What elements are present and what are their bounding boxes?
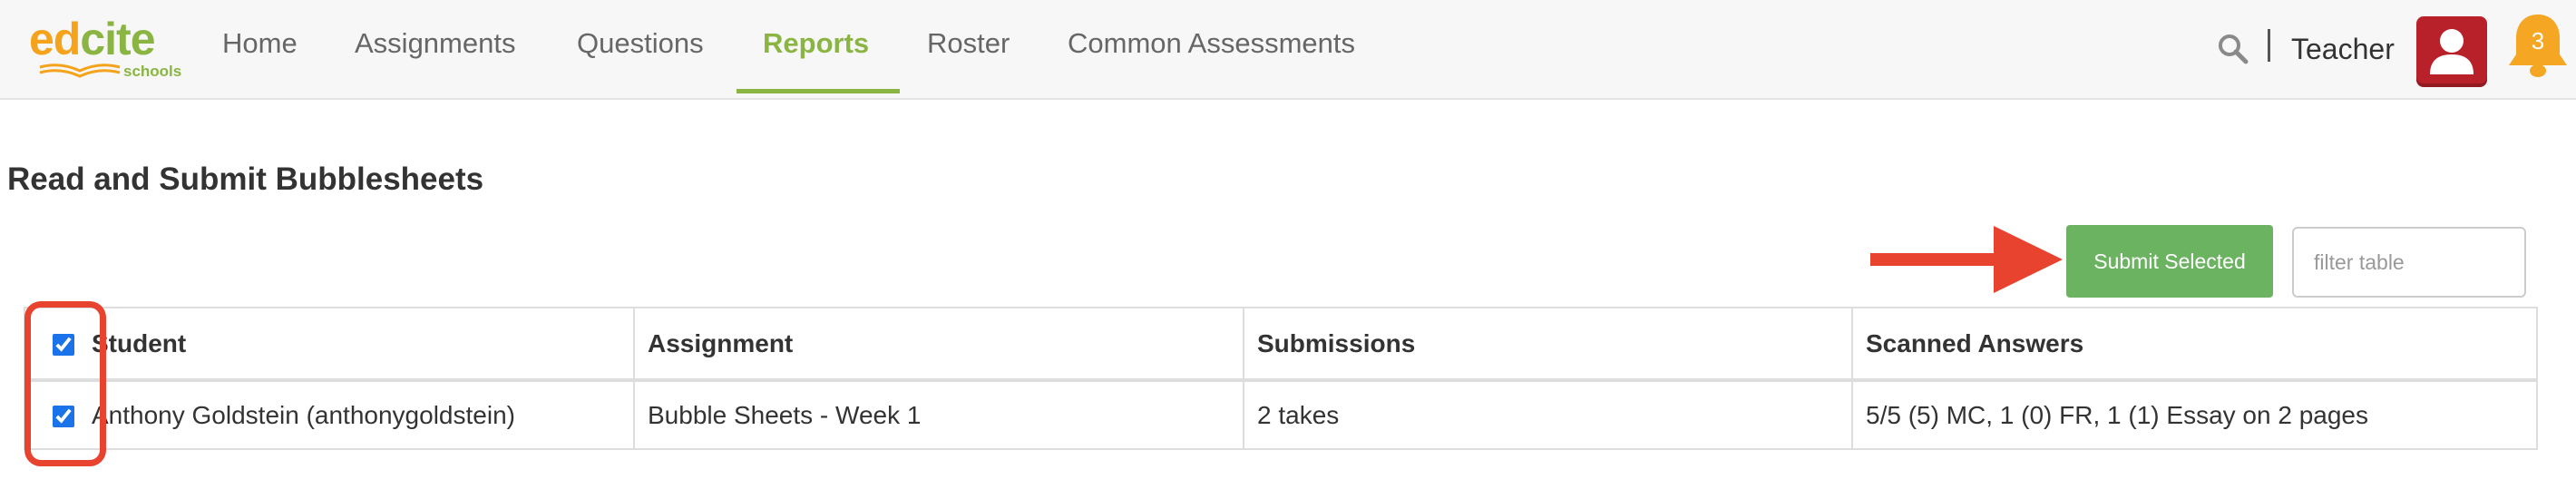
notifications-bell[interactable]: 3 (2505, 11, 2571, 83)
user-icon (2430, 29, 2474, 74)
annotation-arrow-icon (1870, 226, 2063, 293)
submissions-cell: 2 takes (1243, 379, 1853, 450)
logo-wordmark-ed: ed (29, 14, 81, 64)
search-icon[interactable] (2217, 33, 2249, 65)
nav-reports[interactable]: Reports (763, 25, 869, 62)
select-all-cell (24, 307, 92, 382)
table-header-row: Student Assignment Submissions Scanned A… (24, 307, 2538, 382)
scanned-answers-cell: 5/5 (5) MC, 1 (0) FR, 1 (1) Essay on 2 p… (1851, 379, 2538, 450)
bubblesheets-table: Student Assignment Submissions Scanned A… (24, 307, 2538, 450)
column-header-submissions[interactable]: Submissions (1243, 307, 1853, 382)
logo-wordmark: edcite (29, 14, 156, 64)
column-header-assignment[interactable]: Assignment (633, 307, 1244, 382)
nav-common-assessments[interactable]: Common Assessments (1068, 25, 1355, 62)
student-cell: Anthony Goldstein (anthonygoldstein) (92, 379, 635, 450)
select-all-checkbox[interactable] (53, 334, 74, 357)
nav-assignments[interactable]: Assignments (355, 25, 515, 62)
nav-divider (2268, 29, 2270, 62)
table-row[interactable]: Anthony Goldstein (anthonygoldstein) Bub… (24, 379, 2538, 450)
column-header-student[interactable]: Student (92, 307, 635, 382)
top-navbar: edcite schools Home Assignments Question… (0, 0, 2576, 100)
user-avatar[interactable] (2416, 16, 2487, 87)
row-select-cell (24, 379, 92, 450)
assignment-cell: Bubble Sheets - Week 1 (633, 379, 1244, 450)
column-header-scanned-answers[interactable]: Scanned Answers (1851, 307, 2538, 382)
active-nav-indicator (737, 89, 900, 93)
nav-home[interactable]: Home (222, 25, 298, 62)
page-title: Read and Submit Bubblesheets (7, 161, 484, 197)
logo-subtitle: schools (123, 63, 182, 80)
submit-selected-button[interactable]: Submit Selected (2066, 225, 2273, 298)
edcite-logo[interactable]: edcite schools (25, 11, 184, 83)
notification-count-badge: 3 (2531, 27, 2545, 54)
filter-table-input[interactable] (2292, 227, 2526, 298)
logo-wordmark-cite: cite (80, 14, 155, 64)
user-role-label[interactable]: Teacher (2291, 31, 2395, 67)
nav-questions[interactable]: Questions (577, 25, 704, 62)
nav-roster[interactable]: Roster (927, 25, 1010, 62)
book-icon (39, 64, 121, 78)
row-select-checkbox[interactable] (53, 406, 74, 428)
app-root: edcite schools Home Assignments Question… (0, 0, 2576, 499)
